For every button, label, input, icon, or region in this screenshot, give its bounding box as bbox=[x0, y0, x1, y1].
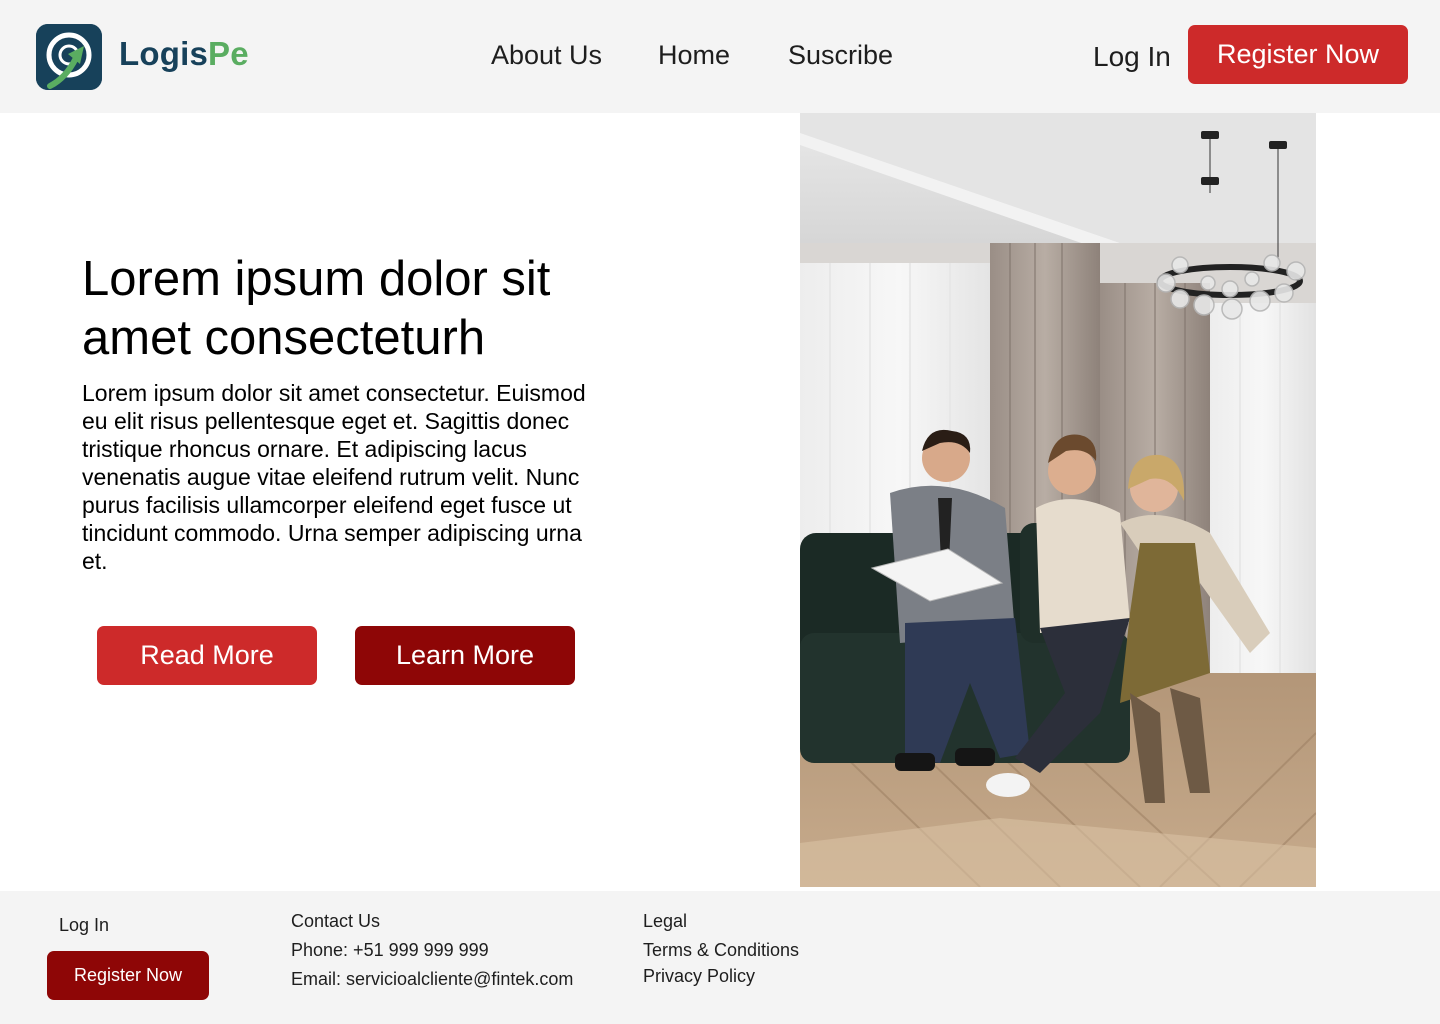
nav-home[interactable]: Home bbox=[658, 38, 730, 72]
logo-arrow-icon[interactable] bbox=[36, 24, 102, 90]
brand-name-part1: Logis bbox=[119, 35, 208, 72]
read-more-button[interactable]: Read More bbox=[97, 626, 317, 685]
brand-name-part2: Pe bbox=[208, 35, 249, 72]
register-now-button[interactable]: Register Now bbox=[1188, 25, 1408, 84]
hero-photo bbox=[800, 113, 1316, 887]
hero-title: Lorem ipsum dolor sit amet consecteturh bbox=[82, 252, 551, 365]
footer-register-now-button[interactable]: Register Now bbox=[47, 951, 209, 1000]
footer-privacy-link[interactable]: Privacy Policy bbox=[643, 965, 755, 987]
footer-phone: Phone: +51 999 999 999 bbox=[291, 940, 489, 960]
hero-description: Lorem ipsum dolor sit amet consectetur. … bbox=[82, 380, 586, 574]
site-header: LogisPe About Us Home Suscribe Log In Re… bbox=[0, 0, 1440, 113]
nav-about-us[interactable]: About Us bbox=[491, 38, 602, 72]
login-link[interactable]: Log In bbox=[1093, 40, 1171, 74]
site-footer: Log In Register Now Contact Us Phone: +5… bbox=[0, 891, 1440, 1024]
nav-suscribe[interactable]: Suscribe bbox=[788, 38, 893, 72]
brand-logo-text[interactable]: LogisPe bbox=[119, 34, 249, 74]
footer-terms-link[interactable]: Terms & Conditions bbox=[643, 939, 799, 961]
footer-legal-heading: Legal bbox=[643, 911, 688, 931]
footer-contact-heading: Contact Us bbox=[291, 911, 381, 931]
footer-email[interactable]: Email: servicioalcliente@fintek.com bbox=[291, 968, 573, 990]
footer-login-link[interactable]: Log In bbox=[59, 914, 109, 936]
learn-more-button[interactable]: Learn More bbox=[355, 626, 575, 685]
